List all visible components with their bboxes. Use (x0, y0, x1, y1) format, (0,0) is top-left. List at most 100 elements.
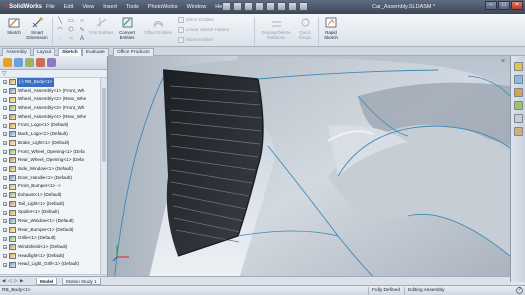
tree-item[interactable]: + Front_Bumper<1> -> (0, 182, 101, 191)
featuremanager-tab-icon[interactable] (3, 58, 12, 67)
menu-insert[interactable]: Insert (103, 4, 117, 10)
move-entities-button[interactable]: Move Entities (178, 37, 213, 43)
menu-photoworks[interactable]: PhotoWorks (148, 4, 178, 10)
mirror-entities-button[interactable]: Mirror Entities (178, 17, 214, 23)
spline-icon[interactable]: ∿ (78, 26, 86, 34)
tab-layout[interactable]: Layout (33, 48, 56, 56)
tree-item[interactable]: + Grille<1> (Default) (0, 234, 101, 243)
tree-item[interactable]: + Windshield<1> (Default) (0, 243, 101, 252)
filter-icon[interactable]: ▽ (2, 71, 7, 77)
appearances-icon[interactable] (514, 114, 523, 123)
tree-item[interactable]: + Front_Wheel_Opening<1> (Defa (0, 148, 101, 157)
options-icon[interactable] (299, 2, 308, 11)
tree-item[interactable]: + Spoiler<1> (Default) (0, 208, 101, 217)
tab-sketch[interactable]: Sketch (58, 48, 82, 56)
expand-icon[interactable]: + (3, 210, 7, 215)
next-tab-arrow-icon[interactable]: ▷ (14, 278, 19, 284)
tree-item[interactable]: + Rear_Wheel_Opening<1> (Defa (0, 156, 101, 165)
menu-view[interactable]: View (82, 4, 94, 10)
tree-item[interactable]: + Back_Logo<1> (Default) (0, 130, 101, 139)
expand-icon[interactable]: + (3, 158, 7, 163)
new-document-icon[interactable] (222, 2, 231, 11)
expand-icon[interactable]: + (3, 88, 7, 93)
menu-window[interactable]: Window (187, 4, 207, 10)
dimxpert-tab-icon[interactable] (36, 58, 45, 67)
help-icon[interactable]: ? (516, 287, 523, 294)
minimize-button[interactable]: – (485, 1, 497, 10)
circle-icon[interactable]: ○ (78, 17, 86, 25)
design-library-icon[interactable] (514, 75, 523, 84)
tree-item[interactable]: + Rear_Window<1> (Default) (0, 217, 101, 226)
menu-edit[interactable]: Edit (64, 4, 73, 10)
prev-tab-arrow-icon[interactable]: ◁ (8, 278, 13, 284)
first-tab-arrow-icon[interactable]: ◀ (2, 278, 7, 284)
expand-icon[interactable]: + (3, 262, 7, 267)
car-body-3d-model[interactable] (108, 56, 510, 282)
expand-icon[interactable]: + (3, 132, 7, 137)
tree-item[interactable]: + Front_Logo<1> (Default) (0, 121, 101, 130)
expand-icon[interactable]: + (3, 175, 7, 180)
tab-evaluate[interactable]: Evaluate (82, 48, 109, 56)
last-tab-arrow-icon[interactable]: ▶ (20, 278, 25, 284)
display-manager-tab-icon[interactable] (47, 58, 56, 67)
solidworks-logo[interactable]: ≡SolidWorks (2, 1, 44, 13)
point-icon[interactable]: · (56, 35, 64, 43)
arc-icon[interactable]: ◠ (56, 26, 64, 34)
tree-item[interactable]: + Side_Window<1> (Default) (0, 165, 101, 174)
tree-vertical-scrollbar[interactable] (100, 78, 107, 274)
expand-icon[interactable]: + (3, 80, 7, 85)
rapid-sketch-button[interactable]: Rapid Sketch (318, 16, 344, 46)
tree-item[interactable]: + Rear_Bumper<1> (Default) (0, 226, 101, 235)
close-button[interactable]: × (511, 1, 523, 10)
expand-icon[interactable]: + (3, 141, 7, 146)
expand-icon[interactable]: + (3, 97, 7, 102)
convert-entities-button[interactable]: Convert Entities (112, 16, 142, 46)
exit-edit-icon[interactable]: × (499, 58, 507, 66)
expand-icon[interactable]: + (3, 227, 7, 232)
print-icon[interactable] (255, 2, 264, 11)
tree-item[interactable]: + Exhaust<1> (Default) (0, 191, 101, 200)
text-icon[interactable]: A (78, 35, 86, 43)
display-delete-relations-button[interactable]: Display/Delete Relations (258, 16, 294, 46)
tree-item[interactable]: + Wheel_Assembly<3> (Front_Wh (0, 104, 101, 113)
expand-icon[interactable]: + (3, 184, 7, 189)
expand-icon[interactable]: + (3, 236, 7, 241)
tree-item[interactable]: + Wheel_Assembly<1> (Front_Wh (0, 87, 101, 96)
centerline-icon[interactable]: ┄ (67, 35, 75, 43)
tree-item[interactable]: + Door_Handle<1> (Default) (0, 174, 101, 183)
line-icon[interactable]: ╲ (56, 17, 64, 25)
smart-dimension-button[interactable]: Smart Dimension (24, 16, 50, 46)
tree-item[interactable]: + Tail_Light<1> (Default) (0, 200, 101, 209)
quick-snaps-button[interactable]: Quick Snaps (294, 16, 316, 46)
solidworks-resources-icon[interactable] (514, 62, 523, 71)
expand-icon[interactable]: + (3, 201, 7, 206)
tree-item[interactable]: + Head_Light_Grill<1> (Default) (0, 260, 101, 269)
expand-icon[interactable]: + (3, 115, 7, 120)
offset-entities-button[interactable]: Offset Entities (144, 16, 172, 46)
propertymanager-tab-icon[interactable] (14, 58, 23, 67)
configurationmanager-tab-icon[interactable] (25, 58, 34, 67)
trim-entities-button[interactable]: Trim Entities (88, 16, 114, 46)
tab-motion-study[interactable]: Motion Study 1 (62, 278, 101, 285)
linear-sketch-pattern-button[interactable]: Linear Sketch Pattern (178, 27, 229, 33)
undo-icon[interactable] (266, 2, 275, 11)
select-icon[interactable] (277, 2, 286, 11)
menu-file[interactable]: File (46, 4, 55, 10)
expand-icon[interactable]: + (3, 193, 7, 198)
tab-assembly[interactable]: Assembly (2, 48, 31, 56)
file-explorer-icon[interactable] (514, 88, 523, 97)
rebuild-icon[interactable] (288, 2, 297, 11)
maximize-button[interactable]: □ (498, 1, 510, 10)
tab-office-products[interactable]: Office Products (113, 48, 154, 56)
expand-icon[interactable]: + (3, 219, 7, 224)
scrollbar-thumb[interactable] (102, 88, 106, 162)
tree-item[interactable]: + (-) RB_Body<1> (0, 78, 101, 87)
expand-icon[interactable]: + (3, 245, 7, 250)
expand-icon[interactable]: + (3, 123, 7, 128)
view-palette-icon[interactable] (514, 101, 523, 110)
expand-icon[interactable]: + (3, 167, 7, 172)
rectangle-icon[interactable]: ▭ (67, 17, 75, 25)
expand-icon[interactable]: + (3, 106, 7, 111)
tree-item[interactable]: + Wheel_Assembly<2> (Rear_Whe (0, 95, 101, 104)
expand-icon[interactable]: + (3, 149, 7, 154)
